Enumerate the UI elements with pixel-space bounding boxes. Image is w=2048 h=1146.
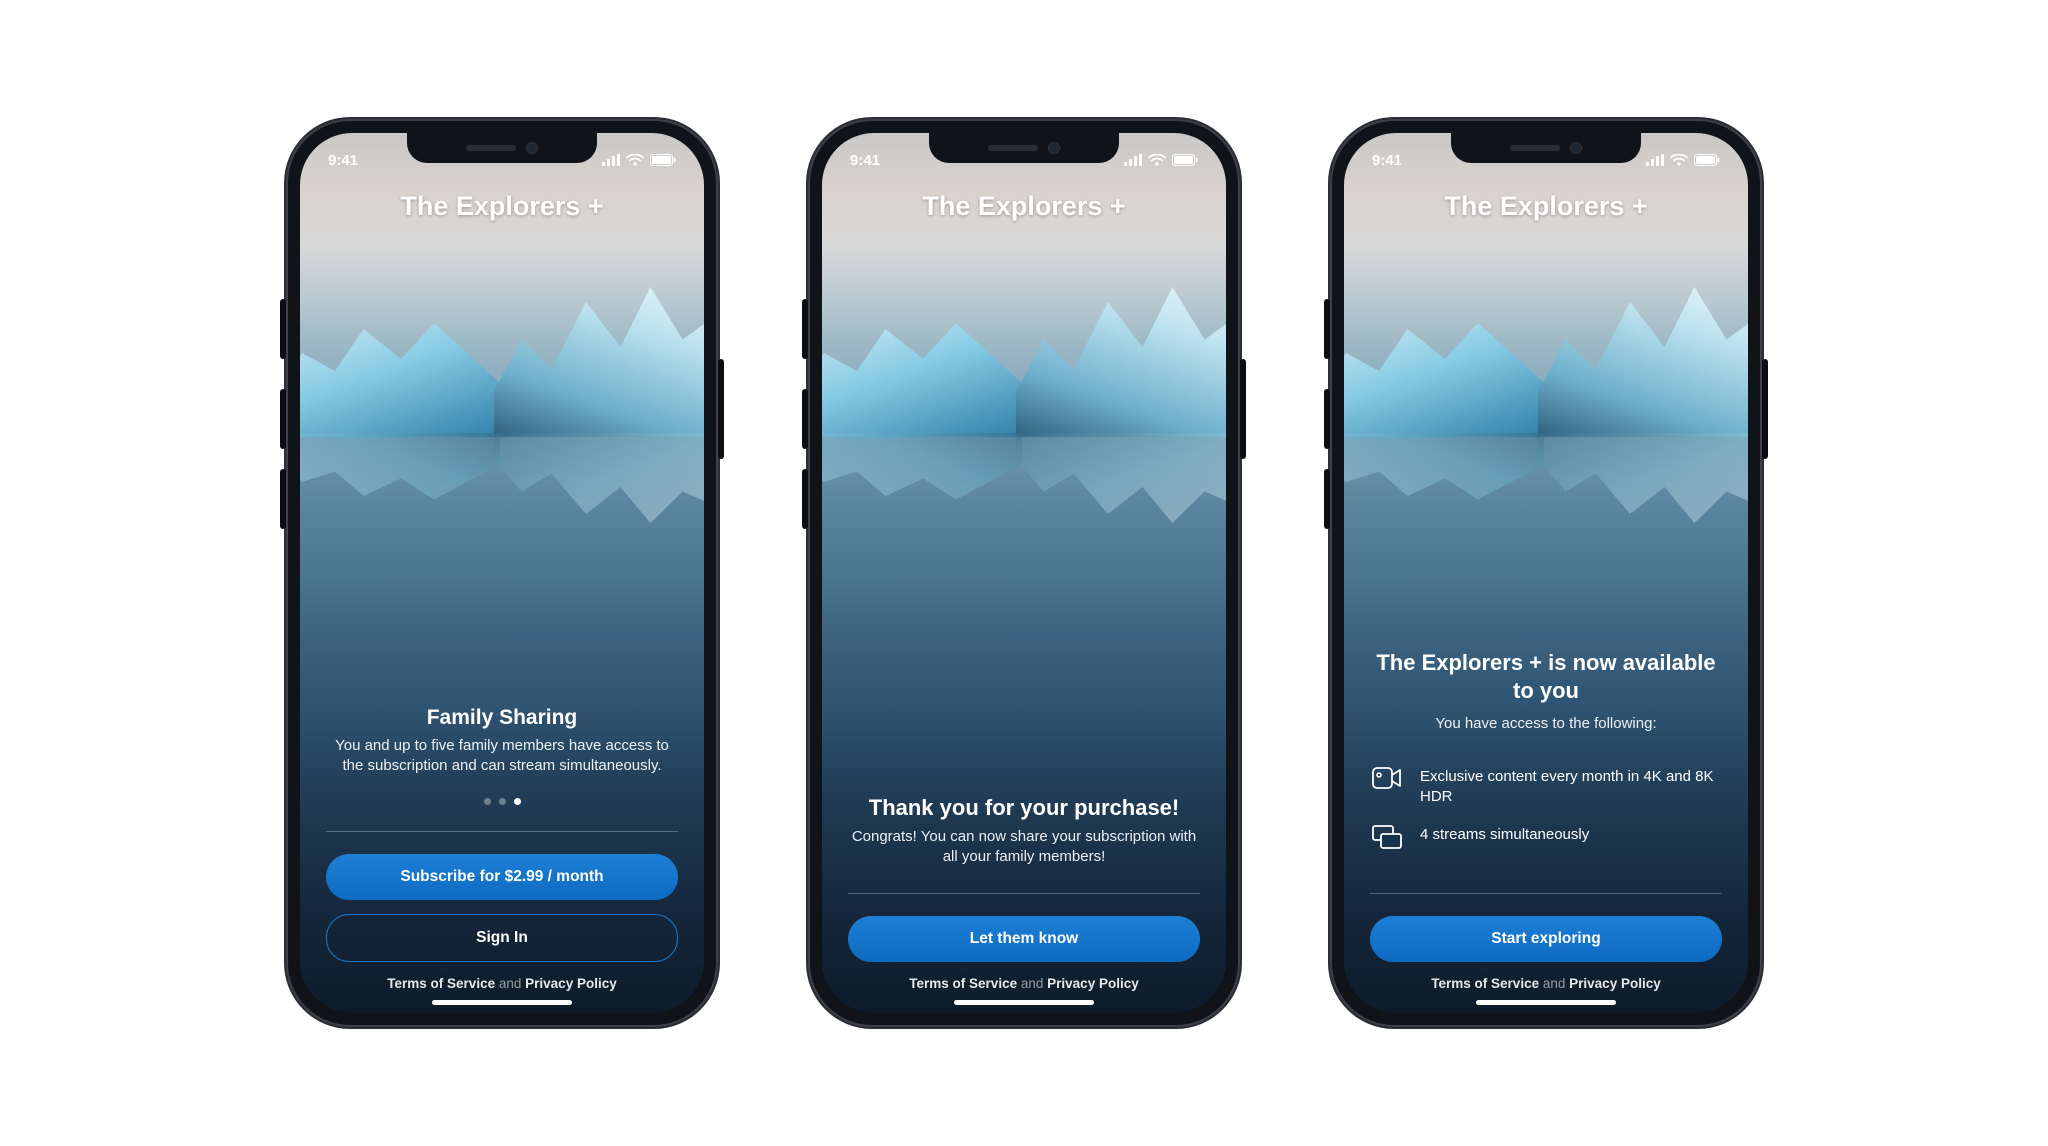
feature-item: Exclusive content every month in 4K and … [1370, 767, 1722, 808]
home-indicator[interactable] [954, 1000, 1094, 1005]
content-body: Family Sharing You and up to five family… [300, 222, 704, 815]
cellular-icon [1124, 154, 1142, 166]
phone-screen: 9:41 The Explorers + Thank you for your … [822, 133, 1226, 1013]
section-subtext: You and up to five family members have a… [326, 736, 678, 777]
legal-and: and [1543, 976, 1566, 991]
privacy-link[interactable]: Privacy Policy [1569, 976, 1661, 991]
section-heading: Family Sharing [326, 706, 678, 730]
feature-text: Exclusive content every month in 4K and … [1420, 767, 1722, 808]
video-icon [1370, 767, 1404, 789]
lower-panel: Start exploring Terms of Service and Pri… [1344, 877, 1748, 991]
phone-screen: 9:41 The Explorers + Family Sharing You … [300, 133, 704, 1013]
secondary-cta-button[interactable]: Sign In [326, 914, 678, 962]
pager-dot[interactable] [484, 798, 491, 805]
primary-cta-button[interactable]: Start exploring [1370, 916, 1722, 962]
status-time: 9:41 [850, 152, 880, 169]
status-right [1646, 154, 1720, 166]
divider [848, 893, 1200, 894]
legal-links: Terms of Service and Privacy Policy [326, 976, 678, 991]
legal-links: Terms of Service and Privacy Policy [848, 976, 1200, 991]
privacy-link[interactable]: Privacy Policy [1047, 976, 1139, 991]
section-heading: Thank you for your purchase! [848, 795, 1200, 821]
feature-item: 4 streams simultaneously [1370, 825, 1722, 849]
terms-link[interactable]: Terms of Service [1431, 976, 1539, 991]
lower-panel: Let them know Terms of Service and Priva… [822, 877, 1226, 991]
legal-links: Terms of Service and Privacy Policy [1370, 976, 1722, 991]
cellular-icon [602, 154, 620, 166]
pager[interactable] [326, 798, 678, 805]
home-indicator[interactable] [1476, 1000, 1616, 1005]
status-time: 9:41 [328, 152, 358, 169]
lower-panel: Subscribe for $2.99 / month Sign In Terms… [300, 815, 704, 991]
pager-dot[interactable] [514, 798, 521, 805]
phone-screen: 9:41 The Explorers + The Explorers + is … [1344, 133, 1748, 1013]
status-time: 9:41 [1372, 152, 1402, 169]
phone-frame: 9:41 The Explorers + Thank you for your … [808, 119, 1240, 1027]
battery-icon [1172, 154, 1198, 166]
wifi-icon [1148, 154, 1166, 166]
home-indicator[interactable] [432, 1000, 572, 1005]
wifi-icon [1670, 154, 1688, 166]
app-title: The Explorers + [822, 191, 1226, 222]
status-bar: 9:41 [1344, 145, 1748, 175]
app-title: The Explorers + [300, 191, 704, 222]
primary-cta-button[interactable]: Let them know [848, 916, 1200, 962]
phone-frame: 9:41 The Explorers + Family Sharing You … [286, 119, 718, 1027]
privacy-link[interactable]: Privacy Policy [525, 976, 617, 991]
battery-icon [1694, 154, 1720, 166]
pager-dot[interactable] [499, 798, 506, 805]
streams-icon [1370, 825, 1404, 849]
legal-and: and [1021, 976, 1044, 991]
status-right [602, 154, 676, 166]
divider [1370, 893, 1722, 894]
terms-link[interactable]: Terms of Service [387, 976, 495, 991]
battery-icon [650, 154, 676, 166]
wifi-icon [626, 154, 644, 166]
status-right [1124, 154, 1198, 166]
feature-list: Exclusive content every month in 4K and … [1370, 749, 1722, 868]
section-subtext: You have access to the following: [1370, 714, 1722, 734]
terms-link[interactable]: Terms of Service [909, 976, 1017, 991]
status-bar: 9:41 [300, 145, 704, 175]
phone-frame: 9:41 The Explorers + The Explorers + is … [1330, 119, 1762, 1027]
app-title: The Explorers + [1344, 191, 1748, 222]
content-body: Thank you for your purchase! Congrats! Y… [822, 222, 1226, 877]
section-subtext: Congrats! You can now share your subscri… [848, 827, 1200, 868]
content-body: The Explorers + is now available to you … [1344, 222, 1748, 877]
divider [326, 831, 678, 832]
section-heading: The Explorers + is now available to you [1370, 649, 1722, 704]
status-bar: 9:41 [822, 145, 1226, 175]
primary-cta-button[interactable]: Subscribe for $2.99 / month [326, 854, 678, 900]
legal-and: and [499, 976, 522, 991]
feature-text: 4 streams simultaneously [1420, 825, 1589, 845]
cellular-icon [1646, 154, 1664, 166]
